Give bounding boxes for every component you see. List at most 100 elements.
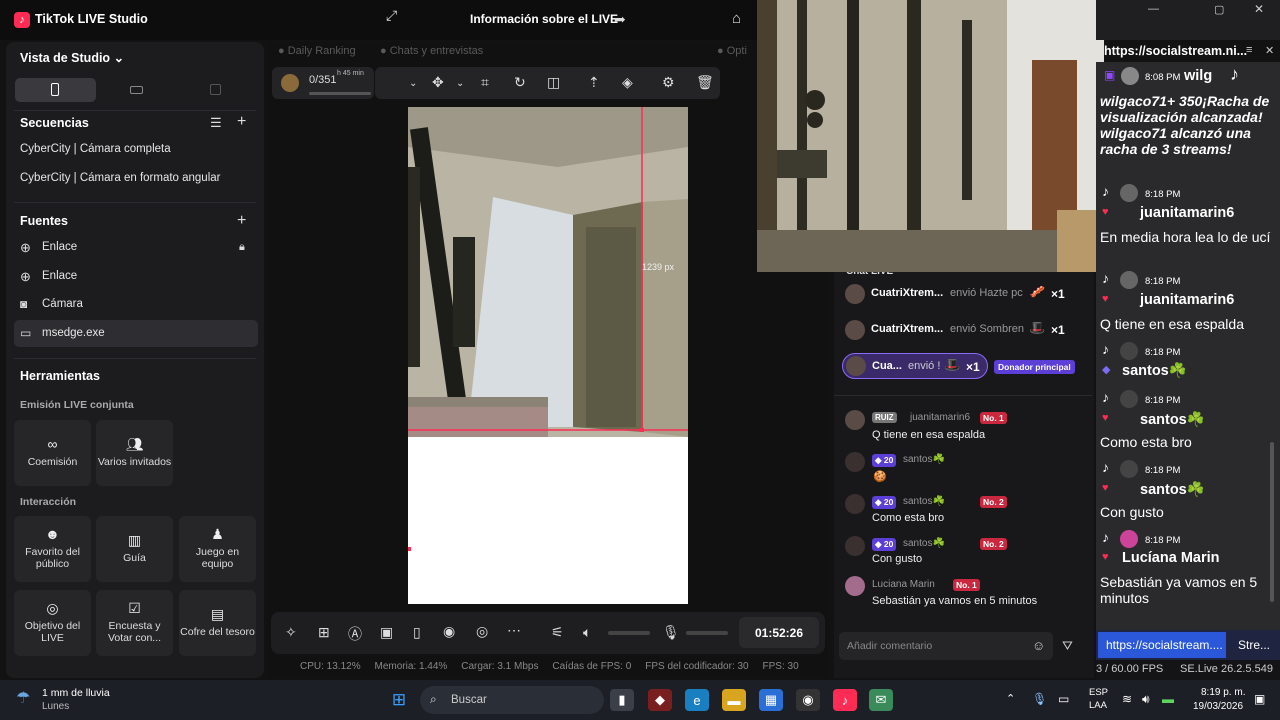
wifi-icon[interactable]: ≋ bbox=[1122, 692, 1132, 706]
source-item[interactable]: msedge.exe bbox=[42, 327, 105, 339]
folder-icon[interactable]: ▬ bbox=[722, 689, 746, 711]
windows-start-icon[interactable]: ⊞ bbox=[387, 689, 411, 711]
team-game-tool[interactable]: ♟ Juego en equipo bbox=[179, 516, 256, 582]
live-goal-tool[interactable]: ◎ Objetivo del LIVE bbox=[14, 590, 91, 656]
gift-scene-icon[interactable]: ⊞ bbox=[318, 624, 330, 641]
portrait-layout-tab[interactable] bbox=[15, 78, 96, 102]
store-icon[interactable]: ▦ bbox=[759, 689, 783, 711]
live-info-button[interactable]: Información sobre el LIVE bbox=[470, 12, 618, 26]
message-time: 8:18 PM bbox=[1145, 276, 1181, 287]
crop-icon[interactable]: ⌗ bbox=[481, 74, 489, 91]
rank-badge: No. 2 bbox=[980, 496, 1007, 508]
edge-icon[interactable]: e bbox=[685, 689, 709, 711]
chat-text: Sebastián ya vamos en 5 minutos bbox=[872, 595, 1038, 607]
volume-icon[interactable]: 🔊︎ bbox=[1142, 692, 1150, 707]
gift-icon: 🥓 bbox=[1029, 284, 1046, 299]
mic-slider[interactable] bbox=[686, 631, 728, 635]
globe-icon: ⊕ bbox=[20, 269, 31, 284]
source-item[interactable]: Enlace bbox=[42, 270, 77, 282]
browser-tab-active[interactable]: https://socialstream.... bbox=[1098, 632, 1226, 658]
notification-icon[interactable]: ▣ bbox=[1254, 692, 1265, 706]
chevron-down-icon[interactable]: ⌄ bbox=[456, 78, 464, 89]
tiktok-studio-icon[interactable]: ♪ bbox=[833, 689, 857, 711]
multi-guest-tool[interactable]: 👥︎ Varios invitados bbox=[96, 420, 173, 486]
battery-icon[interactable]: ▬ bbox=[1162, 692, 1174, 706]
scrollbar[interactable] bbox=[1270, 442, 1274, 602]
sliders-icon[interactable]: ⚟ bbox=[551, 624, 564, 641]
layers-icon[interactable]: ◈ bbox=[622, 74, 633, 91]
stream-canvas[interactable]: 1239 px bbox=[408, 107, 688, 604]
treasure-chest-tool[interactable]: ▤ Cofre del tesoro bbox=[179, 590, 256, 656]
settings-icon[interactable]: ⚙ bbox=[662, 74, 675, 91]
record-icon[interactable]: ◉ bbox=[443, 623, 455, 640]
sequence-item[interactable]: CyberCity | Cámara completa bbox=[20, 143, 171, 155]
home-icon[interactable]: ⌂ bbox=[732, 10, 741, 27]
chat-app-icon[interactable]: ✉ bbox=[869, 689, 893, 711]
live-timer: 01:52:26 bbox=[739, 617, 819, 648]
task-view-icon[interactable]: ▮ bbox=[610, 689, 634, 711]
taskbar-search[interactable] bbox=[420, 686, 604, 714]
source-item[interactable]: Enlace bbox=[42, 241, 77, 253]
flip-icon[interactable]: ◫ bbox=[547, 74, 560, 91]
clock-date: 19/03/2026 bbox=[1193, 701, 1244, 712]
message-time: 8:18 PM bbox=[1145, 535, 1181, 546]
brave-icon[interactable]: ◆ bbox=[648, 689, 672, 711]
favorite-tool[interactable]: ☻ Favorito del público bbox=[14, 516, 91, 582]
add-source-icon[interactable]: + bbox=[237, 212, 246, 230]
language-code[interactable]: ESP bbox=[1089, 687, 1108, 698]
chevron-up-icon[interactable]: ⌃ bbox=[1006, 692, 1015, 705]
menu-icon[interactable]: ≡ bbox=[1246, 44, 1252, 56]
lock-icon[interactable]: 🔒︎ bbox=[239, 241, 245, 254]
display-icon[interactable]: ▭ bbox=[1058, 692, 1069, 706]
add-sequence-icon[interactable]: + bbox=[237, 113, 246, 131]
minimize-icon[interactable]: — bbox=[1148, 3, 1159, 15]
message-time: 8:08 PM bbox=[1145, 72, 1181, 83]
bring-forward-icon[interactable]: ⇡ bbox=[588, 74, 600, 91]
tab-chats[interactable]: ● Chats y entrevistas bbox=[380, 45, 483, 57]
dual-layout-tab[interactable] bbox=[176, 78, 256, 102]
sequence-item[interactable]: CyberCity | Cámara en formato angular bbox=[20, 172, 221, 184]
replay-icon[interactable]: ◎ bbox=[476, 623, 488, 640]
tab-daily-ranking[interactable]: ● Daily Ranking bbox=[278, 45, 356, 57]
more-icon[interactable]: ⋯ bbox=[507, 622, 521, 639]
filter-icon[interactable]: ⛛ bbox=[1062, 638, 1073, 654]
avatar bbox=[845, 284, 865, 304]
share-icon[interactable]: ➦ bbox=[614, 11, 626, 28]
obs-icon[interactable]: ◉ bbox=[796, 689, 820, 711]
fan-badge: RUIZ bbox=[872, 412, 897, 423]
media-icon[interactable]: ▣ bbox=[380, 624, 393, 641]
landscape-layout-tab[interactable] bbox=[98, 78, 174, 102]
rotate-icon[interactable]: ↻ bbox=[514, 74, 526, 91]
guide-tool[interactable]: ▥ Guía bbox=[96, 516, 173, 582]
chevron-down-icon[interactable]: ⌄ bbox=[409, 78, 417, 89]
studio-view-dropdown[interactable]: Vista de Studio ⌄ bbox=[20, 50, 124, 65]
emoji-icon: 🍪 bbox=[873, 471, 887, 483]
volume-slider[interactable] bbox=[608, 631, 650, 635]
rain-icon[interactable]: ☂ bbox=[16, 688, 30, 708]
weather-text[interactable]: 1 mm de lluvia bbox=[42, 687, 110, 699]
effects-icon[interactable]: ✧ bbox=[285, 624, 297, 641]
close-icon[interactable]: ✕ bbox=[1265, 44, 1274, 57]
message-user: juanitamarin6 bbox=[1140, 205, 1235, 221]
socialstream-url[interactable]: https://socialstream.ni... bbox=[1104, 44, 1247, 58]
speaker-icon[interactable]: 🔈︎ bbox=[583, 624, 591, 641]
clock-time[interactable]: 8:19 p. m. bbox=[1201, 687, 1245, 698]
poll-tool[interactable]: ☑ Encuesta y Votar con... bbox=[96, 590, 173, 656]
mic-icon[interactable]: 🎙︎ bbox=[1032, 692, 1047, 706]
tab-optimize[interactable]: ● Opti bbox=[717, 45, 747, 57]
mic-muted-icon[interactable]: 🎙︎ bbox=[662, 624, 680, 641]
center-icon[interactable]: ✥ bbox=[432, 74, 444, 91]
maximize-icon[interactable]: ▢ bbox=[1214, 3, 1224, 16]
browser-tab[interactable]: Stre... bbox=[1238, 638, 1270, 652]
ai-icon[interactable]: Ⓐ bbox=[348, 624, 362, 644]
source-item[interactable]: Cámara bbox=[42, 298, 83, 310]
phone-icon[interactable]: ▯ bbox=[413, 624, 421, 641]
list-icon[interactable]: ☰ bbox=[210, 115, 222, 131]
close-icon[interactable]: ✕ bbox=[1254, 2, 1264, 16]
trash-icon[interactable]: 🗑︎ bbox=[696, 74, 714, 91]
message-user: santos☘️ bbox=[1122, 363, 1187, 379]
browser-chrome bbox=[1096, 0, 1280, 40]
emoji-picker-icon[interactable]: ☺ bbox=[1032, 638, 1045, 653]
fit-icon[interactable]: ⤢ bbox=[386, 7, 397, 24]
cohost-tool[interactable]: ∞ Coemisión bbox=[14, 420, 91, 486]
